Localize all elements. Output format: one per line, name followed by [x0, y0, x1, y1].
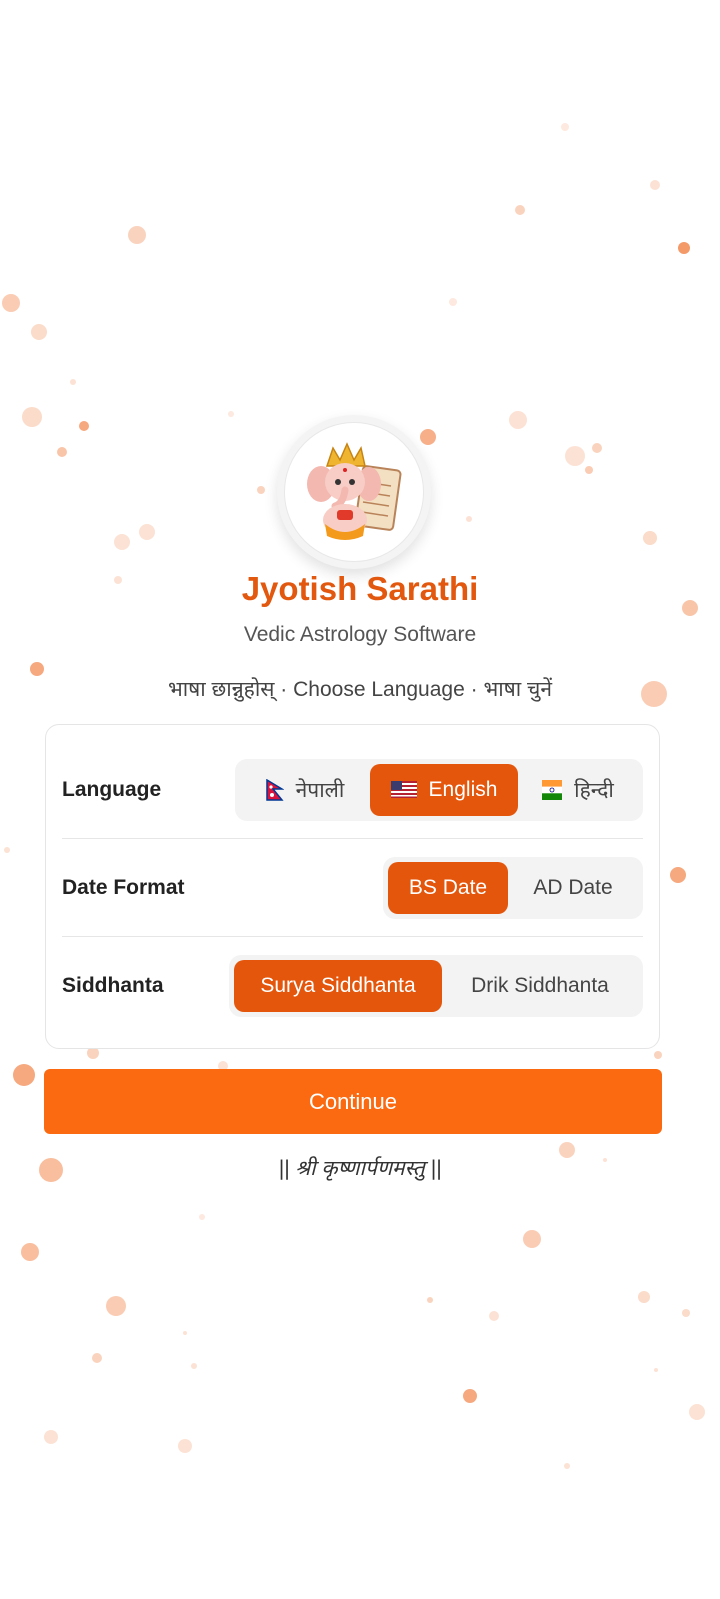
- decorative-dot: [509, 411, 527, 429]
- decorative-dot: [4, 847, 10, 853]
- decorative-dot: [585, 466, 593, 474]
- date-format-label: Date Format: [62, 875, 185, 899]
- siddhanta-option-drik[interactable]: Drik Siddhanta: [442, 960, 638, 1012]
- date-format-row: Date Format BS Date AD Date: [62, 839, 643, 936]
- decorative-dot: [30, 662, 44, 676]
- ganesha-logo-icon: [307, 442, 402, 540]
- footer-mantra: || श्री कृष्णार्पणमस्तु ||: [278, 1157, 442, 1180]
- decorative-dot: [199, 1214, 205, 1220]
- language-option-english[interactable]: English: [370, 763, 518, 816]
- nepal-flag-icon: [265, 778, 284, 801]
- decorative-dot: [2, 294, 20, 312]
- decorative-dot: [565, 446, 585, 466]
- decorative-dot: [564, 1463, 570, 1469]
- app-title: Jyotish Sarathi: [241, 570, 479, 607]
- decorative-dot: [21, 1243, 39, 1261]
- continue-button[interactable]: Continue: [44, 1069, 662, 1134]
- language-row: Language नेपाली English हिन्दी: [62, 741, 643, 838]
- decorative-dot: [449, 298, 457, 306]
- decorative-dot: [13, 1064, 35, 1086]
- decorative-dot: [178, 1439, 192, 1453]
- siddhanta-option-surya[interactable]: Surya Siddhanta: [234, 959, 442, 1012]
- decorative-dot: [92, 1353, 102, 1363]
- language-option-label: English: [428, 777, 498, 801]
- decorative-dot: [466, 516, 472, 522]
- app-subtitle: Vedic Astrology Software: [243, 623, 477, 646]
- decorative-dot: [592, 443, 602, 453]
- decorative-dot: [561, 123, 569, 131]
- decorative-dot: [183, 1331, 187, 1335]
- india-flag-icon: [542, 779, 563, 800]
- decorative-dot: [523, 1230, 541, 1248]
- decorative-dot: [228, 411, 234, 417]
- decorative-dot: [638, 1291, 650, 1303]
- decorative-dot: [689, 1404, 705, 1420]
- decorative-dot: [31, 324, 47, 340]
- siddhanta-selector: Surya Siddhanta Drik Siddhanta: [229, 954, 643, 1017]
- decorative-dot: [57, 447, 67, 457]
- decorative-dot: [654, 1368, 658, 1372]
- language-option-label: हिन्दी: [574, 778, 614, 802]
- language-selector: नेपाली English हिन्दी: [235, 758, 643, 821]
- decorative-dot: [489, 1311, 499, 1321]
- decorative-dot: [643, 531, 657, 545]
- language-option-nepali[interactable]: नेपाली: [240, 764, 370, 816]
- decorative-dot: [191, 1363, 197, 1369]
- decorative-dot: [106, 1296, 126, 1316]
- decorative-dot: [44, 1430, 58, 1444]
- us-flag-icon: [390, 781, 417, 798]
- language-label: Language: [62, 777, 162, 801]
- app-logo: [277, 415, 431, 569]
- choose-language-text: भाषा छान्नुहोस् · Choose Language · भाषा…: [167, 678, 553, 701]
- decorative-dot: [70, 379, 76, 385]
- settings-card: Language नेपाली English हिन्दी Date Form…: [45, 724, 660, 1049]
- decorative-dot: [79, 421, 89, 431]
- siddhanta-label: Siddhanta: [62, 973, 164, 997]
- decorative-dot: [670, 867, 686, 883]
- decorative-dot: [650, 180, 660, 190]
- decorative-dot: [114, 534, 130, 550]
- decorative-dot: [515, 205, 525, 215]
- decorative-dot: [654, 1051, 662, 1059]
- decorative-dot: [678, 242, 690, 254]
- decorative-dot: [128, 226, 146, 244]
- siddhanta-row: Siddhanta Surya Siddhanta Drik Siddhanta: [62, 937, 643, 1034]
- decorative-dot: [427, 1297, 433, 1303]
- language-option-label: नेपाली: [295, 778, 345, 802]
- decorative-dot: [22, 407, 42, 427]
- language-option-hindi[interactable]: हिन्दी: [518, 764, 638, 816]
- decorative-dot: [463, 1389, 477, 1403]
- date-format-selector: BS Date AD Date: [383, 856, 643, 919]
- decorative-dot: [139, 524, 155, 540]
- decorative-dot: [682, 1309, 690, 1317]
- decorative-dot: [420, 429, 436, 445]
- decorative-dot: [257, 486, 265, 494]
- date-option-ad[interactable]: AD Date: [508, 862, 638, 914]
- date-option-bs[interactable]: BS Date: [388, 861, 508, 914]
